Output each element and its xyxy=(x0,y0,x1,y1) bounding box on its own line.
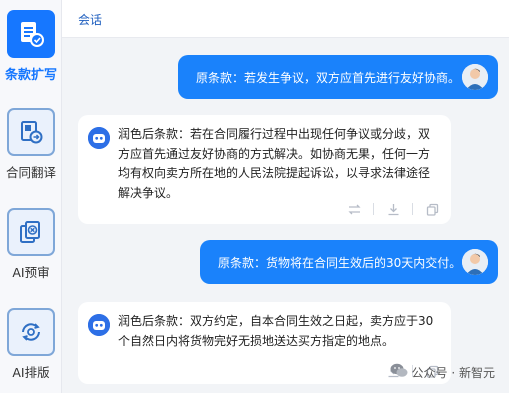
sidebar-item-label: AI预审 xyxy=(12,265,50,280)
message-text: 原条款：货物将在合同生效后的30天内交付。 xyxy=(218,255,462,270)
user-avatar xyxy=(462,249,488,275)
message-text: 润色后条款：双方约定，自本合同生效之日起，卖方应于30个自然日内将货物完好无损地… xyxy=(118,314,434,348)
bot-avatar-icon xyxy=(88,127,110,149)
watermark: 公众号 · 新智元 xyxy=(390,363,495,381)
download-icon[interactable] xyxy=(386,202,400,216)
message-text: 润色后条款：若在合同履行过程中出现任何争议或分歧，双方应首先通过友好协商的方式解… xyxy=(118,127,431,200)
sidebar-item-label: 合同翻译 xyxy=(5,165,56,180)
sidebar-item-clause-expansion[interactable]: 条款扩写 xyxy=(0,10,62,83)
header: 会话 xyxy=(62,0,509,38)
layout-refresh-icon xyxy=(7,308,55,356)
sidebar: 条款扩写 合同翻译 AI预审 AI排版 xyxy=(0,0,62,393)
file-review-icon xyxy=(7,208,55,256)
watermark-text: 公众号 · 新智元 xyxy=(411,365,495,380)
document-edit-icon xyxy=(7,10,55,58)
message-actions xyxy=(347,202,439,216)
assistant-message: 润色后条款：若在合同履行过程中出现任何争议或分歧，双方应首先通过友好协商的方式解… xyxy=(78,115,451,224)
book-translate-icon xyxy=(7,108,55,156)
page-title: 会话 xyxy=(78,13,103,27)
user-message: 原条款：若发生争议，双方应首先进行友好协商。 xyxy=(178,55,498,99)
divider xyxy=(373,203,374,215)
swap-icon[interactable] xyxy=(347,202,361,216)
user-avatar xyxy=(462,64,488,90)
sidebar-item-contract-translation[interactable]: 合同翻译 xyxy=(0,108,62,181)
message-text: 原条款：若发生争议，双方应首先进行友好协商。 xyxy=(196,70,461,85)
sidebar-item-label: 条款扩写 xyxy=(4,68,57,83)
sidebar-item-label: AI排版 xyxy=(12,365,50,380)
divider xyxy=(412,203,413,215)
conversation-panel: 会话 原条款：若发生争议，双方应首先进行友好协商。 润色后条款：若在合同履行过程… xyxy=(62,0,509,393)
bot-avatar-icon xyxy=(88,314,110,336)
copy-icon[interactable] xyxy=(425,202,439,216)
sidebar-item-ai-layout[interactable]: AI排版 xyxy=(0,308,62,381)
wechat-icon xyxy=(390,363,408,381)
sidebar-item-ai-review[interactable]: AI预审 xyxy=(0,208,62,281)
user-message: 原条款：货物将在合同生效后的30天内交付。 xyxy=(200,240,498,284)
